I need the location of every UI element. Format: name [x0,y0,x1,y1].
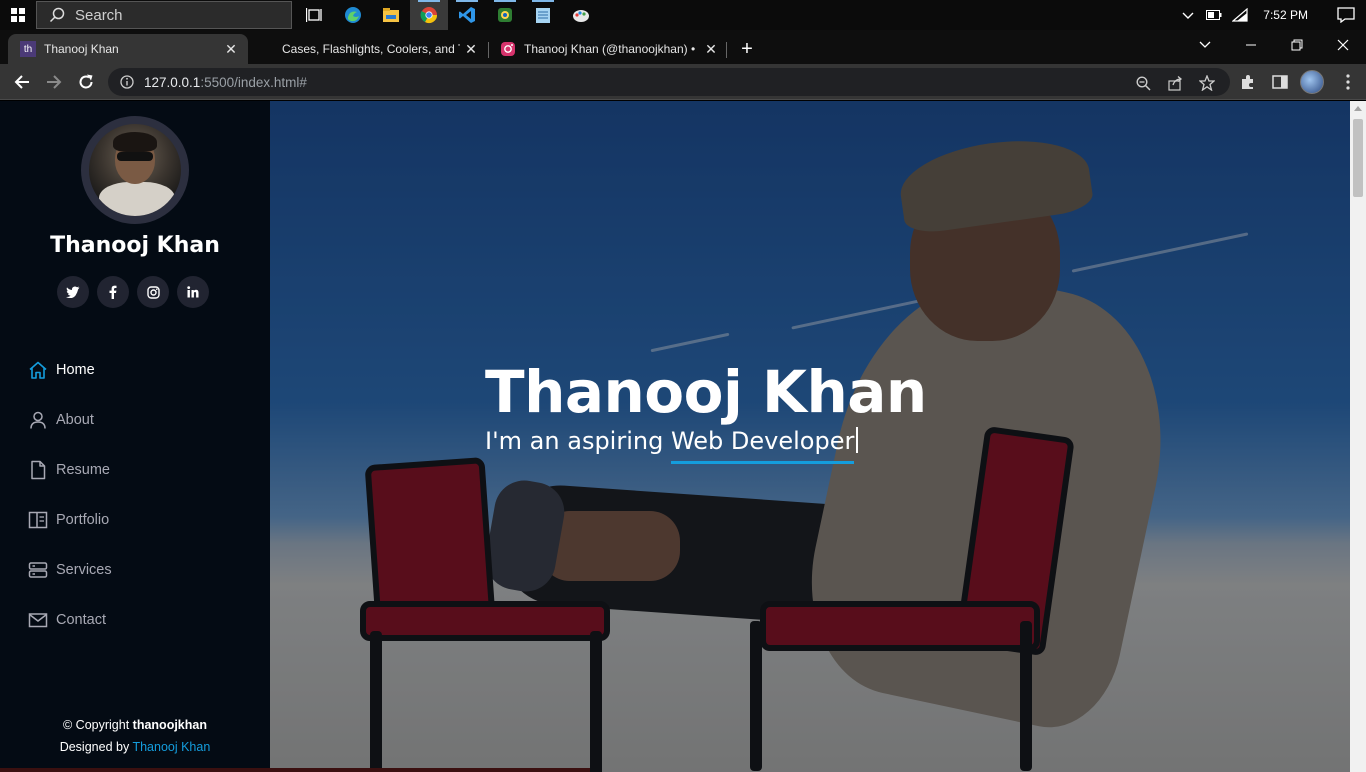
hero-subtitle: I'm an aspiring Web Developer [485,427,859,464]
designed-by-line: Designed by Thanooj Khan [0,736,270,758]
wifi-icon[interactable] [1227,0,1253,30]
typed-text: Web Developer [670,427,855,464]
camera-icon[interactable] [486,0,524,30]
book-icon [28,510,48,530]
close-window-button[interactable] [1320,30,1366,60]
url-text[interactable]: 127.0.0.1:5500/index.html# [144,75,307,90]
close-tab-icon[interactable]: ✕ [702,40,720,58]
nav-label: About [56,412,94,428]
side-panel-icon[interactable] [1270,72,1290,92]
social-links [57,276,209,308]
search-icon [49,7,65,23]
scrollbar-thumb[interactable] [1353,119,1363,197]
profile-photo [81,116,189,224]
sidebar-name[interactable]: Thanooj Khan [0,233,270,258]
nav-label: Resume [56,462,110,478]
file-icon [28,460,48,480]
th-favicon-icon: th [20,41,36,57]
tab-search-icon[interactable] [1182,30,1228,60]
clock-time[interactable]: 7:52 PM [1263,8,1308,22]
chrome-icon[interactable] [410,0,448,30]
new-tab-button[interactable]: + [736,38,758,60]
instagram-icon[interactable] [137,276,169,308]
hero-subtitle-prefix: I'm an aspiring [485,427,664,455]
tab-title: Thanooj Khan (@thanoojkhan) • [524,42,696,56]
tab-separator [726,42,727,58]
nav-item-about[interactable]: About [28,395,112,445]
bookmark-star-icon[interactable] [1198,74,1216,92]
reload-icon[interactable] [74,70,98,94]
designer-link[interactable]: Thanooj Khan [132,740,210,754]
tab-instagram[interactable]: Thanooj Khan (@thanoojkhan) • ✕ [488,34,728,64]
windows-logo-icon [11,8,25,22]
tab-title: Thanooj Khan [44,42,119,56]
nav-label: Services [56,562,112,578]
restore-button[interactable] [1274,30,1320,60]
url-host: 127.0.0.1 [144,74,201,90]
taskbar-search-placeholder: Search [75,6,123,24]
close-tab-icon[interactable]: ✕ [462,40,480,58]
sidebar-footer: © Copyright thanoojkhan Designed by Than… [0,714,270,758]
vscode-icon[interactable] [448,0,486,30]
forward-arrow-icon[interactable] [42,70,66,94]
notepad-icon[interactable] [524,0,562,30]
back-arrow-icon[interactable] [10,70,34,94]
browser-toolbar: 127.0.0.1:5500/index.html# [0,64,1366,100]
nav-label: Portfolio [56,512,110,528]
more-menu-icon[interactable] [1338,72,1358,92]
user-icon [28,410,48,430]
start-button[interactable] [0,0,36,30]
linkedin-icon[interactable] [177,276,209,308]
sidebar-nav: Home About Resume Portfolio Services Con… [28,345,112,645]
address-bar[interactable]: 127.0.0.1:5500/index.html# [108,68,1230,96]
profile-avatar[interactable] [1300,70,1324,94]
paint-icon[interactable] [562,0,600,30]
page-scrollbar[interactable] [1350,101,1366,772]
task-view-icon[interactable] [296,0,334,30]
scroll-up-arrow-icon[interactable] [1354,106,1362,111]
share-icon[interactable] [1166,74,1184,92]
web-page: Thanooj Khan Home About Resume Portfolio… [0,101,1366,772]
copyright-prefix: © Copyright [63,718,130,732]
edge-icon[interactable] [334,0,372,30]
nav-label: Contact [56,612,106,628]
nav-item-resume[interactable]: Resume [28,445,112,495]
nav-label: Home [56,362,95,378]
hero-title: Thanooj Khan [485,358,927,426]
close-tab-icon[interactable]: ✕ [222,40,240,58]
instagram-favicon-icon [501,42,515,56]
nav-item-services[interactable]: Services [28,545,112,595]
extensions-icon[interactable] [1238,72,1258,92]
zoom-icon[interactable] [1134,74,1152,92]
tab-title: Cases, Flashlights, Coolers, and Tr [282,42,460,56]
battery-icon[interactable] [1201,0,1227,30]
tab-thanooj-khan[interactable]: th Thanooj Khan ✕ [8,34,248,64]
tab-cases-flashlights[interactable]: Cases, Flashlights, Coolers, and Tr ✕ [270,34,488,64]
file-explorer-icon[interactable] [372,0,410,30]
notification-icon[interactable] [1326,7,1366,23]
facebook-icon[interactable] [97,276,129,308]
copyright-owner: thanoojkhan [132,718,207,732]
info-icon[interactable] [120,75,134,89]
windows-taskbar: Search 7:52 PM [0,0,1366,30]
nav-item-home[interactable]: Home [28,345,112,395]
url-path: :5500/index.html# [200,74,307,90]
twitter-icon[interactable] [57,276,89,308]
section-edge [0,768,590,772]
hero-section: Thanooj Khan I'm an aspiring Web Develop… [270,101,1350,772]
copyright-line: © Copyright thanoojkhan [0,714,270,736]
browser-tab-strip: th Thanooj Khan ✕ Cases, Flashlights, Co… [0,30,1366,64]
typing-cursor [856,427,859,453]
taskbar-search[interactable]: Search [36,1,292,29]
sidebar: Thanooj Khan Home About Resume Portfolio… [0,101,270,772]
chevron-up-icon[interactable] [1175,0,1201,30]
designed-prefix: Designed by [59,740,130,754]
nav-item-portfolio[interactable]: Portfolio [28,495,112,545]
home-icon [28,360,48,380]
server-icon [28,560,48,580]
minimize-button[interactable] [1228,30,1274,60]
envelope-icon [28,610,48,630]
nav-item-contact[interactable]: Contact [28,595,112,645]
